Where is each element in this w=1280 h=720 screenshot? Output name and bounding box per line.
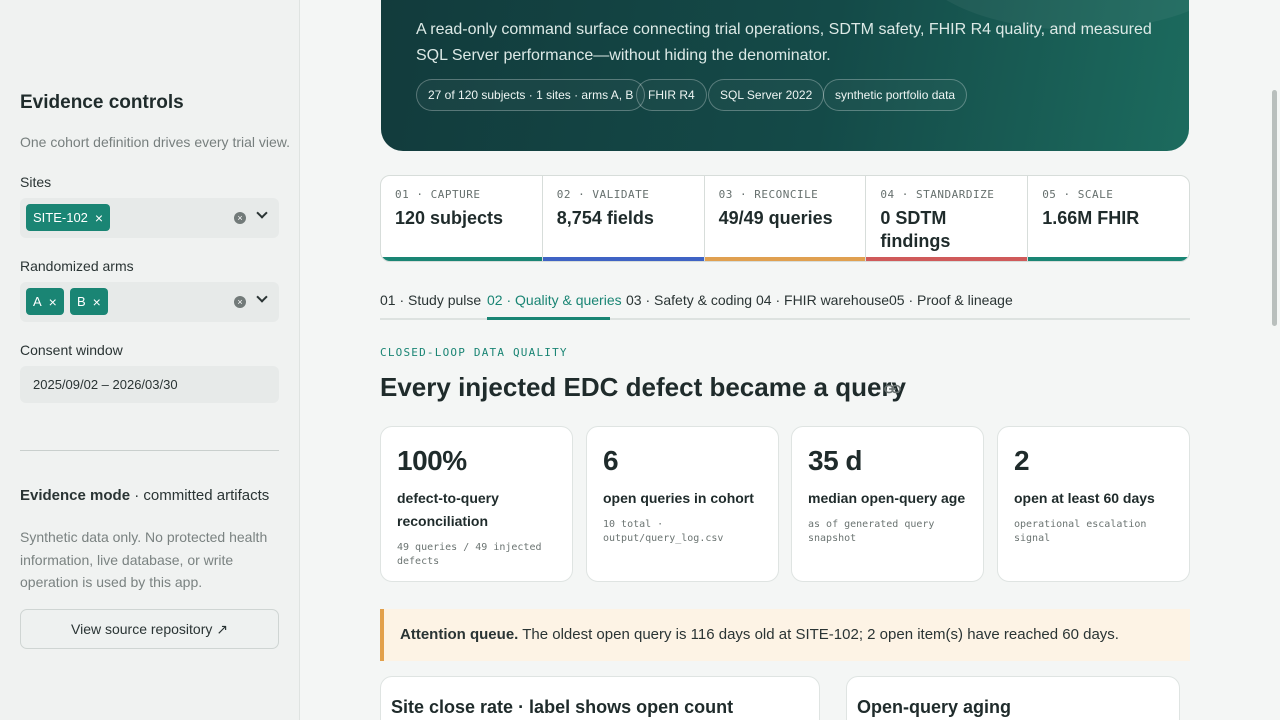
stage-bar [381, 257, 542, 261]
chevron-down-icon[interactable] [256, 207, 268, 219]
stage-value: 1.66M FHIR [1042, 208, 1140, 228]
clear-sites-icon[interactable]: × [234, 212, 246, 224]
hero-pill: synthetic portfolio data [823, 79, 968, 111]
tab-proof-lineage[interactable]: 05 · Proof & lineage [889, 292, 1013, 308]
evidence-mode-value: committed artifacts [143, 487, 270, 504]
stage-value: 8,754 fields [556, 208, 654, 228]
arms-label: Randomized arms [20, 258, 134, 274]
sidebar-subtitle: One cohort definition drives every trial… [20, 134, 291, 150]
stage-scale: 05 · SCALE 1.66M FHIR [1028, 176, 1189, 261]
stage-capture: 01 · CAPTURE 120 subjects [381, 176, 543, 261]
tab-quality-queries[interactable]: 02 · Quality & queries [487, 292, 622, 308]
kpi-note: as of generated query snapshot [808, 519, 935, 544]
stage-bar [542, 257, 704, 261]
attention-text: The oldest open query is 116 days old at… [518, 626, 1119, 643]
stage-bar [866, 257, 1028, 261]
stage-key: 01 · CAPTURE [395, 188, 481, 201]
consent-label: Consent window [20, 342, 123, 358]
tab-safety-coding[interactable]: 03 · Safety & coding [626, 292, 752, 308]
tab-fhir-warehouse[interactable]: 04 · FHIR warehouse [756, 292, 889, 308]
panel-title: Open-query aging [857, 697, 1012, 717]
stage-reconcile: 03 · RECONCILE 49/49 queries [704, 176, 867, 261]
kpi-card: 6 open queries in cohort 10 total · outp… [586, 426, 779, 582]
link-icon[interactable] [884, 383, 901, 395]
pipeline-stages: 01 · CAPTURE 120 subjects 02 · VALIDATE … [380, 175, 1190, 262]
evidence-mode: Evidence mode · committed artifacts [20, 487, 269, 504]
site-chip-label: SITE-102 [33, 210, 88, 225]
kpi-label: defect-to-query reconciliation [397, 490, 499, 529]
hero-pill: 27 of 120 subjects · 1 sites · arms A, B [416, 79, 646, 111]
attention-callout: Attention queue. The oldest open query i… [380, 609, 1190, 661]
kpi-card: 100% defect-to-query reconciliation 49 q… [380, 426, 573, 582]
kpi-note: 49 queries / 49 injected defects [397, 542, 542, 567]
stage-key: 03 · RECONCILE [718, 188, 819, 201]
kpi-note: operational escalation signal [1014, 519, 1147, 544]
stage-standardize: 04 · STANDARDIZE 0 SDTM findings [866, 176, 1029, 261]
arm-chip-label: B [77, 294, 86, 309]
kpi-card: 35 d median open-query age as of generat… [791, 426, 984, 582]
stage-value: 0 SDTM findings [880, 208, 951, 251]
remove-site-icon[interactable]: × [95, 211, 103, 225]
arms-multiselect[interactable]: A × B × × [20, 282, 279, 322]
sites-multiselect[interactable]: SITE-102 × × [20, 198, 279, 238]
stage-key: 04 · STANDARDIZE [880, 188, 995, 201]
arm-chip-label: A [33, 294, 42, 309]
sites-label: Sites [20, 174, 52, 190]
kpi-card: 2 open at least 60 days operational esca… [997, 426, 1190, 582]
arm-chip-b[interactable]: B × [70, 288, 108, 315]
chevron-down-icon[interactable] [256, 291, 268, 303]
stage-value: 120 subjects [395, 208, 504, 228]
panel-title: Site close rate · label shows open count [391, 697, 734, 717]
active-tab-indicator [487, 317, 610, 320]
view-source-button[interactable]: View source repository ↗ [20, 609, 279, 649]
sidebar: Evidence controls One cohort definition … [0, 0, 300, 720]
kpi-label: open queries in cohort [603, 490, 754, 506]
kpi-label: median open-query age [808, 490, 966, 506]
page-scrollbar[interactable] [1272, 90, 1277, 326]
kpi-value: 6 [603, 445, 619, 476]
hero-description: A read-only command surface connecting t… [416, 21, 1152, 64]
arm-chip-a[interactable]: A × [26, 288, 64, 315]
hero-banner: A read-only command surface connecting t… [381, 0, 1189, 151]
stage-value: 49/49 queries [718, 208, 833, 228]
stage-validate: 02 · VALIDATE 8,754 fields [542, 176, 705, 261]
stage-bar [704, 257, 866, 261]
kpi-note: 10 total · output/query_log.csv [603, 519, 724, 544]
kpi-label: open at least 60 days [1014, 490, 1155, 506]
open-query-aging-panel: Open-query aging [846, 676, 1180, 720]
clear-arms-icon[interactable]: × [234, 296, 246, 308]
sidebar-divider [20, 450, 279, 451]
sidebar-note: Synthetic data only. No protected health… [20, 529, 268, 590]
hero-pill: SQL Server 2022 [708, 79, 825, 111]
evidence-mode-sep: · [130, 487, 144, 504]
site-close-rate-panel: Site close rate · label shows open count [380, 676, 820, 720]
evidence-mode-title: Evidence mode [20, 487, 131, 504]
consent-date-range-input[interactable]: 2025/09/02 – 2026/03/30 [20, 366, 279, 403]
tab-study-pulse[interactable]: 01 · Study pulse [380, 292, 481, 308]
hero-pill: FHIR R4 [636, 79, 707, 111]
section-heading: Every injected EDC defect became a query [380, 372, 907, 402]
site-chip[interactable]: SITE-102 × [26, 204, 111, 231]
kpi-value: 2 [1014, 445, 1030, 476]
stage-key: 02 · VALIDATE [556, 188, 650, 201]
attention-title: Attention queue. [400, 626, 519, 643]
tab-bar: 01 · Study pulse 02 · Quality & queries … [380, 282, 1190, 320]
kpi-value: 35 d [808, 445, 863, 476]
stage-bar [1028, 257, 1189, 261]
sidebar-title: Evidence controls [20, 92, 184, 113]
remove-arm-icon[interactable]: × [49, 295, 57, 309]
section-kicker: CLOSED-LOOP DATA QUALITY [380, 346, 568, 359]
remove-arm-icon[interactable]: × [93, 295, 101, 309]
kpi-value: 100% [397, 445, 467, 476]
stage-key: 05 · SCALE [1042, 188, 1114, 201]
